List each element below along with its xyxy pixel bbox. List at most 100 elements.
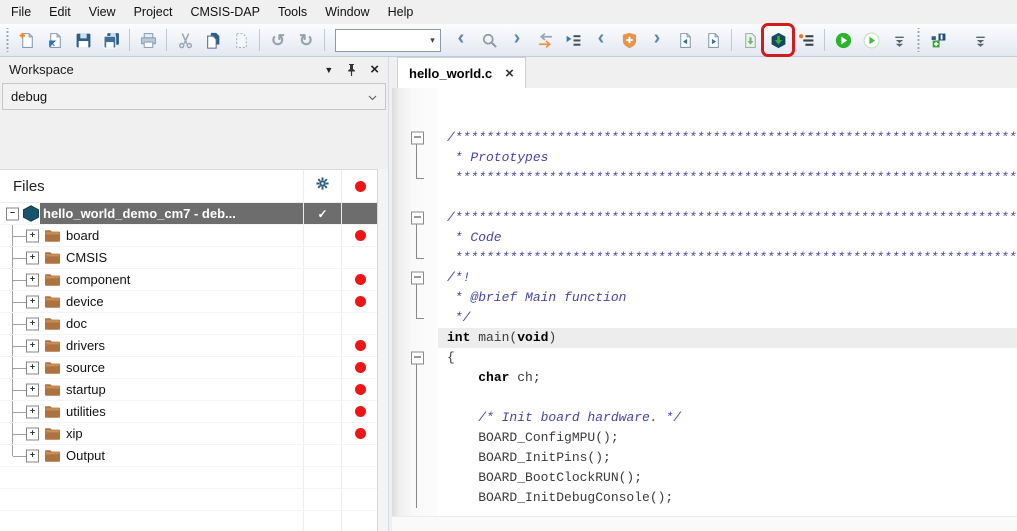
tree-row-startup[interactable]: +startup	[0, 379, 378, 401]
code-line-11[interactable]: int main(void)	[392, 328, 1017, 348]
code-line-15[interactable]: /* Init board hardware. */	[392, 408, 1017, 428]
fold-collapse-icon[interactable]	[411, 212, 424, 225]
menu-item-file[interactable]: File	[2, 2, 40, 22]
fold-collapse-icon[interactable]	[411, 272, 424, 285]
menu-item-window[interactable]: Window	[316, 2, 378, 22]
code-line-14[interactable]	[392, 388, 1017, 408]
toolbar-gripper[interactable]	[5, 28, 10, 52]
tree-row-drivers[interactable]: +drivers	[0, 335, 378, 357]
cut-button[interactable]	[172, 27, 198, 53]
settings-column-header[interactable]	[303, 170, 341, 202]
code-line-8[interactable]: /*!	[392, 268, 1017, 288]
previous-bookmark-button[interactable]: ‹	[588, 27, 614, 53]
panel-menu-dropdown-icon[interactable]: ▼	[324, 65, 333, 75]
toggle-bookmark-button[interactable]	[616, 27, 642, 53]
tab-hello-world-c[interactable]: hello_world.c ×	[397, 57, 526, 88]
status-column-header[interactable]	[341, 170, 378, 202]
tree-row-utilities[interactable]: +utilities	[0, 401, 378, 423]
search-combo[interactable]: ▾	[335, 29, 441, 52]
overflow-button[interactable]	[886, 27, 912, 53]
code-line-7[interactable]: ****************************************…	[392, 248, 1017, 268]
debug-without-downloading-button[interactable]	[793, 27, 819, 53]
next-bookmark-button[interactable]: ›	[644, 27, 670, 53]
paste-button[interactable]	[228, 27, 254, 53]
code-line-18[interactable]: BOARD_BootClockRUN();	[392, 468, 1017, 488]
tab-close-icon[interactable]: ×	[505, 66, 514, 81]
replace-button[interactable]	[532, 27, 558, 53]
toolbar-gripper[interactable]	[916, 28, 921, 52]
menu-item-project[interactable]: Project	[125, 2, 182, 22]
save-all-button[interactable]	[98, 27, 124, 53]
tree-row-component[interactable]: +component	[0, 269, 378, 291]
expand-icon[interactable]: +	[26, 229, 39, 242]
combo-dropdown-icon[interactable]: ▾	[425, 36, 440, 45]
code-line-12[interactable]: {	[392, 348, 1017, 368]
find-button[interactable]	[476, 27, 502, 53]
collapse-icon[interactable]: −	[6, 207, 19, 220]
expand-icon[interactable]: +	[26, 427, 39, 440]
find-next-button[interactable]: ›	[504, 27, 530, 53]
tree-row-device[interactable]: +device	[0, 291, 378, 313]
go-to-function-button[interactable]	[560, 27, 586, 53]
expand-icon[interactable]: +	[26, 383, 39, 396]
close-icon[interactable]: ×	[370, 62, 379, 77]
download-and-debug-button[interactable]	[765, 27, 791, 53]
menu-item-view[interactable]: View	[80, 2, 125, 22]
expand-icon[interactable]: +	[26, 361, 39, 374]
fold-margin-cell[interactable]	[392, 128, 438, 148]
code-line-1[interactable]: /***************************************…	[392, 128, 1017, 148]
open-document-button[interactable]	[42, 27, 68, 53]
batch-build-button[interactable]	[925, 27, 951, 53]
code-line-4[interactable]	[392, 188, 1017, 208]
download-button[interactable]	[737, 27, 763, 53]
copy-button[interactable]	[200, 27, 226, 53]
code-view[interactable]: /***************************************…	[392, 88, 1017, 517]
code-line-17[interactable]: BOARD_InitPins();	[392, 448, 1017, 468]
code-line-5[interactable]: /***************************************…	[392, 208, 1017, 228]
code-line-10[interactable]: */	[392, 308, 1017, 328]
code-line-2[interactable]: * Prototypes	[392, 148, 1017, 168]
pin-icon[interactable]	[346, 63, 357, 77]
go-button[interactable]	[830, 27, 856, 53]
undo-button[interactable]: ↺	[265, 27, 291, 53]
expand-icon[interactable]: +	[26, 405, 39, 418]
print-button[interactable]	[135, 27, 161, 53]
search-input[interactable]	[336, 33, 425, 47]
workspace-scrollbar[interactable]	[377, 169, 388, 531]
find-previous-button[interactable]: ‹	[448, 27, 474, 53]
code-line-3[interactable]: ****************************************…	[392, 168, 1017, 188]
fold-collapse-icon[interactable]	[411, 132, 424, 145]
tree-row-source[interactable]: +source	[0, 357, 378, 379]
menu-item-tools[interactable]: Tools	[269, 2, 316, 22]
tree-row-doc[interactable]: +doc	[0, 313, 378, 335]
menu-item-edit[interactable]: Edit	[40, 2, 80, 22]
next-bookmark-in-file-button[interactable]	[700, 27, 726, 53]
fold-margin-cell[interactable]	[392, 208, 438, 228]
expand-icon[interactable]: +	[26, 251, 39, 264]
project-settings-cell[interactable]: ✓	[303, 203, 341, 224]
code-line-13[interactable]: char ch;	[392, 368, 1017, 388]
code-line-6[interactable]: * Code	[392, 228, 1017, 248]
expand-icon[interactable]: +	[26, 273, 39, 286]
save-button[interactable]	[70, 27, 96, 53]
fold-margin-cell[interactable]	[392, 268, 438, 288]
run-button[interactable]	[858, 27, 884, 53]
code-line-19[interactable]: BOARD_InitDebugConsole();	[392, 488, 1017, 508]
expand-icon[interactable]: +	[26, 449, 39, 462]
expand-icon[interactable]: +	[26, 295, 39, 308]
configuration-dropdown[interactable]: debug	[2, 83, 386, 110]
tree-row-output[interactable]: +Output	[0, 445, 378, 467]
previous-bookmark-in-file-button[interactable]	[672, 27, 698, 53]
code-line-16[interactable]: BOARD_ConfigMPU();	[392, 428, 1017, 448]
fold-margin-cell[interactable]	[392, 348, 438, 368]
expand-icon[interactable]: +	[26, 339, 39, 352]
new-document-button[interactable]	[14, 27, 40, 53]
expand-icon[interactable]: +	[26, 317, 39, 330]
menu-item-help[interactable]: Help	[379, 2, 423, 22]
fold-collapse-icon[interactable]	[411, 352, 424, 365]
tree-row-project[interactable]: −hello_world_demo_cm7 - deb...✓	[0, 203, 378, 225]
overflow-button[interactable]	[967, 27, 993, 53]
tree-row-cmsis[interactable]: +CMSIS	[0, 247, 378, 269]
tree-row-xip[interactable]: +xip	[0, 423, 378, 445]
menu-item-cmsis-dap[interactable]: CMSIS-DAP	[181, 2, 268, 22]
